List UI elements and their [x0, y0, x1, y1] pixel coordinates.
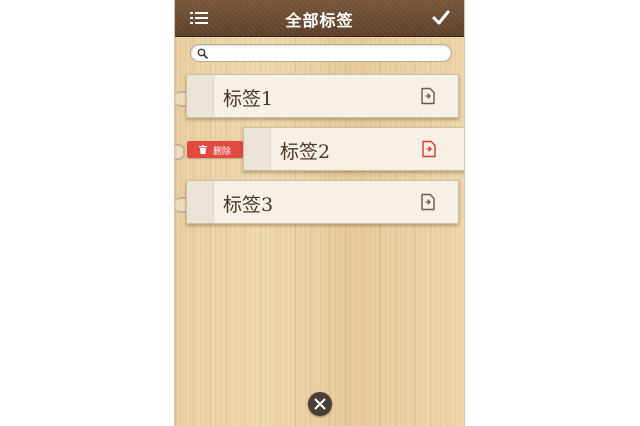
tag-item-3[interactable]: 标签3: [186, 180, 459, 224]
delete-label: 删除: [213, 147, 232, 157]
close-button[interactable]: [308, 392, 332, 416]
edit-icon[interactable]: [420, 87, 436, 105]
tag-label: 标签3: [223, 194, 274, 216]
search-icon: [197, 48, 208, 59]
tag-label: 标签1: [223, 88, 274, 110]
clip-decoration: [175, 144, 185, 160]
search-input[interactable]: [211, 45, 441, 61]
tag-item-2[interactable]: 标签2: [243, 127, 464, 171]
card-stripe: [187, 75, 214, 117]
trash-icon: [199, 145, 207, 154]
tag-item-1[interactable]: 标签1: [186, 74, 459, 118]
close-icon: [314, 398, 326, 410]
edit-icon[interactable]: [420, 193, 436, 211]
search-field[interactable]: [190, 44, 452, 62]
navigation-bar: 全部标签: [175, 0, 464, 37]
page-title: 全部标签: [285, 11, 354, 30]
check-icon[interactable]: [432, 9, 450, 27]
delete-button[interactable]: 删除: [187, 141, 243, 158]
card-stripe: [244, 128, 271, 170]
tag-label: 标签2: [280, 141, 331, 163]
card-stripe: [187, 181, 214, 223]
edit-icon[interactable]: [421, 140, 437, 158]
app-screen: 全部标签 删除 标签1 标签2 标签3: [174, 0, 465, 426]
